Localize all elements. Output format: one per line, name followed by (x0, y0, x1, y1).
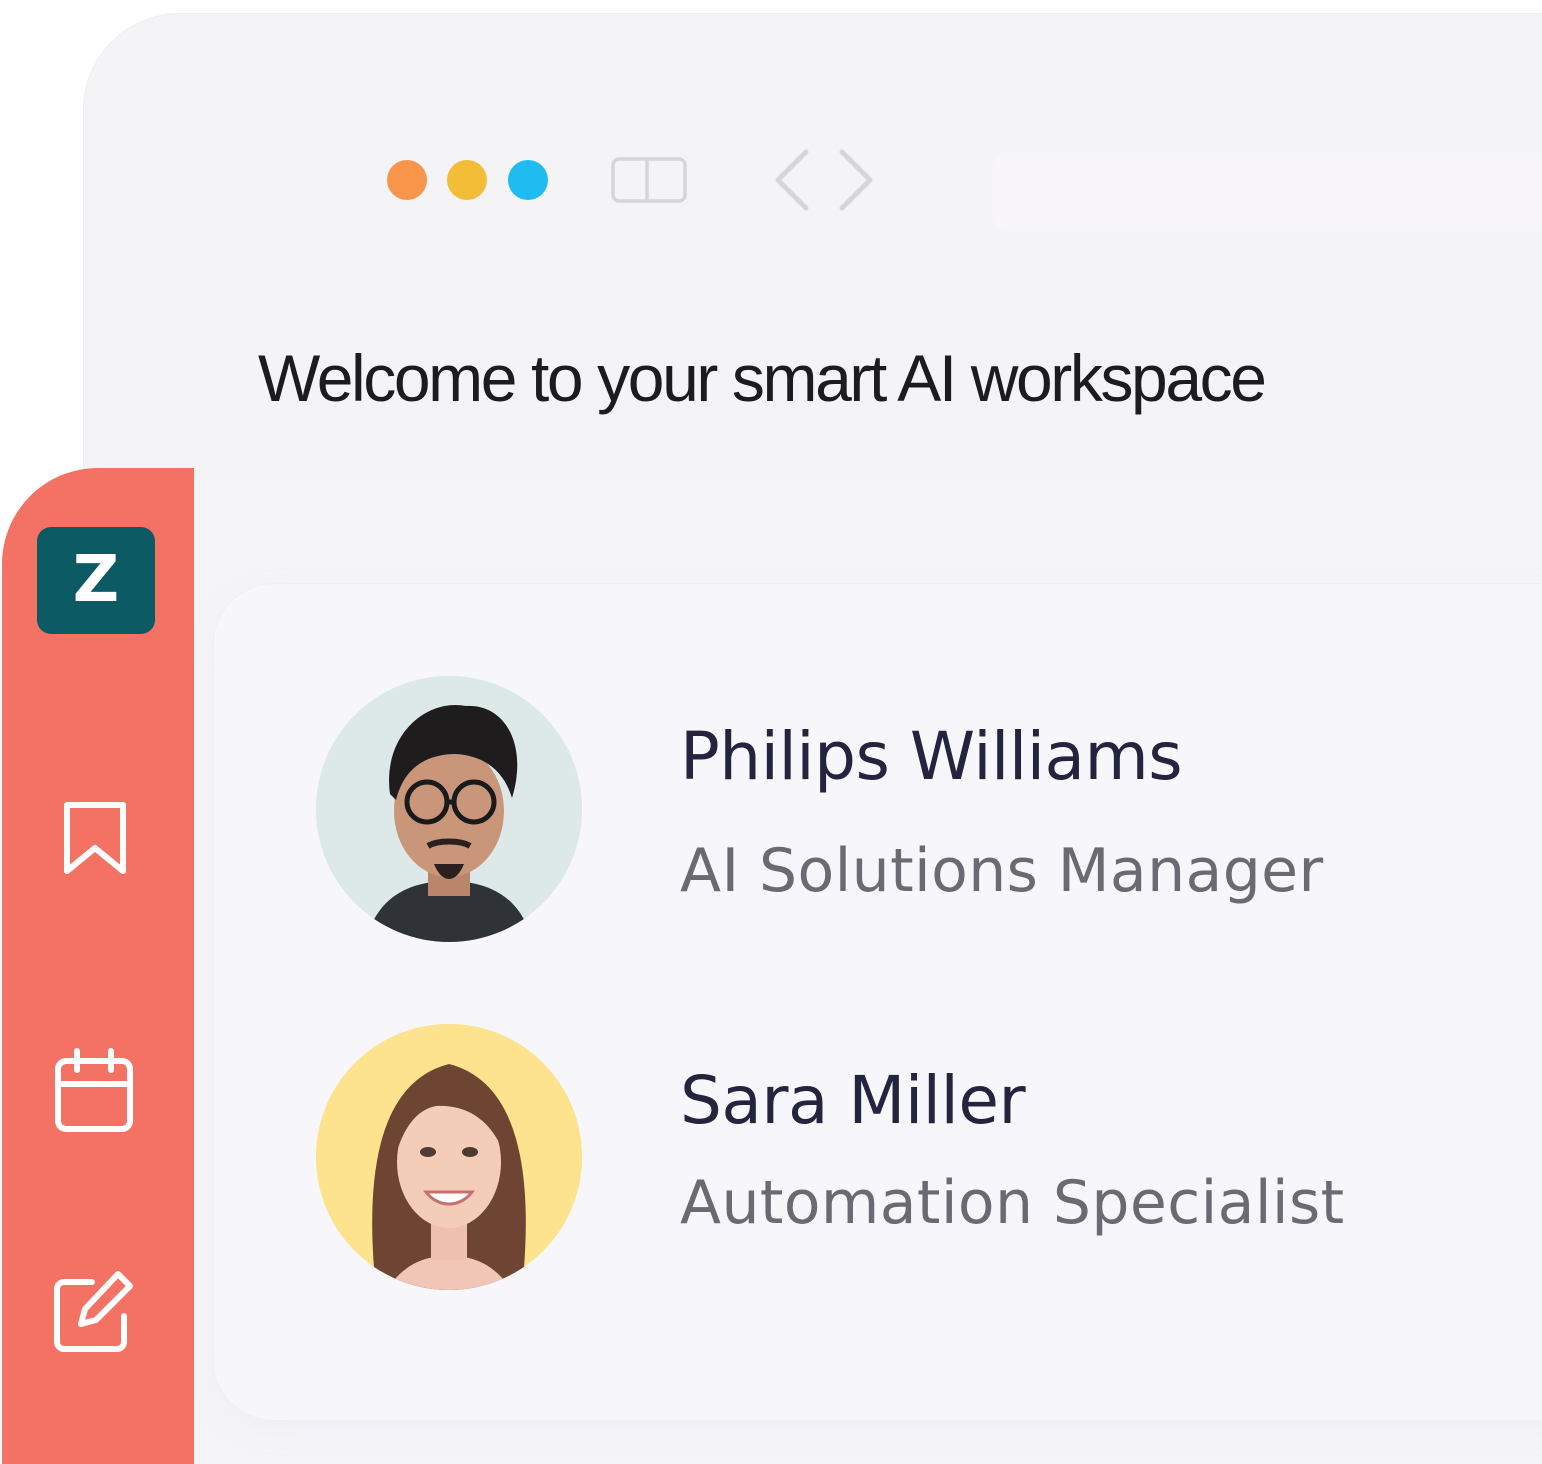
avatar-sara-miller[interactable] (316, 1024, 582, 1290)
traffic-light-orange[interactable] (387, 160, 427, 200)
traffic-light-blue[interactable] (508, 160, 548, 200)
forward-chevron-icon[interactable] (839, 149, 873, 211)
avatar-portrait-man (316, 676, 582, 942)
page-title: Welcome to your smart AI workspace (258, 341, 1267, 415)
person-role: Automation Specialist (680, 1168, 1345, 1238)
calendar-icon[interactable] (50, 1048, 140, 1138)
person-role: AI Solutions Manager (680, 836, 1324, 906)
sidebar-toggle-icon[interactable] (611, 157, 687, 203)
navigation-arrows (775, 149, 873, 211)
traffic-light-yellow[interactable] (447, 160, 487, 200)
app-screenshot: Welcome to your smart AI workspace Z Phi… (0, 0, 1542, 1464)
edit-icon[interactable] (50, 1268, 140, 1358)
bookmark-icon[interactable] (50, 796, 140, 886)
address-bar[interactable] (992, 152, 1542, 232)
app-logo[interactable]: Z (37, 527, 155, 634)
avatar-philips-williams[interactable] (316, 676, 582, 942)
avatar-portrait-woman (316, 1024, 582, 1290)
person-name: Philips Williams (680, 718, 1183, 795)
person-name: Sara Miller (680, 1062, 1026, 1139)
back-chevron-icon[interactable] (775, 149, 809, 211)
